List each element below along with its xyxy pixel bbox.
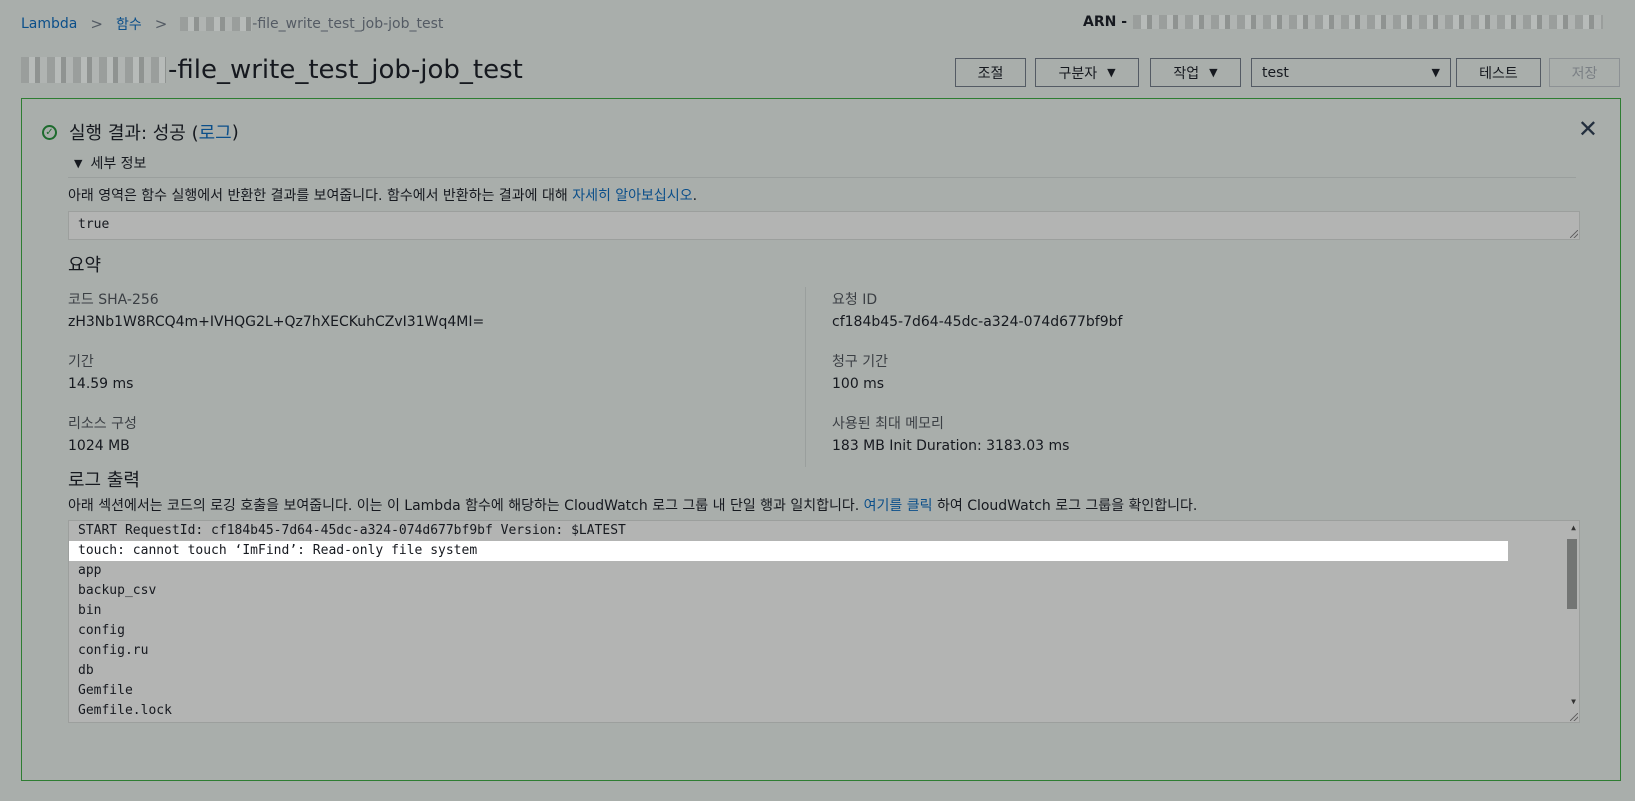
qualifiers-dropdown[interactable]: 구분자 ▼	[1035, 58, 1139, 87]
code-sha-label: 코드 SHA-256	[68, 292, 159, 308]
redacted-function-name	[21, 57, 166, 83]
chevron-right-icon: >	[90, 15, 103, 33]
caret-down-icon: ▼	[1431, 66, 1440, 79]
column-divider	[805, 287, 806, 467]
log-scrollbar[interactable]: ▲ ▼	[1565, 521, 1579, 722]
log-line: Gemfile.lock	[78, 703, 172, 718]
success-check-icon: ✓	[42, 124, 57, 140]
actions-dropdown[interactable]: 작업 ▼	[1150, 58, 1241, 87]
code-sha-value: zH3Nb1W8RCQ4m+IVHQG2L+Qz7hXECKuhCZvI31Wq…	[68, 314, 485, 330]
summary-title: 요약	[68, 255, 102, 276]
log-line: backup_csv	[78, 583, 157, 598]
breadcrumb-functions-link[interactable]: 함수	[116, 14, 142, 34]
arn-label: ARN -	[1083, 14, 1128, 30]
qualifiers-label: 구분자	[1058, 65, 1098, 82]
actions-label: 작업	[1173, 65, 1200, 82]
resources-label: 리소스 구성	[68, 416, 137, 432]
log-line: db	[78, 663, 94, 678]
chevron-right-icon: >	[154, 15, 168, 33]
log-line: Gemfile	[78, 683, 133, 698]
scroll-up-icon[interactable]: ▲	[1571, 523, 1576, 532]
execution-result-panel: ✓ 실행 결과: 성공 ( 로그 ) ✕ ▼ 세부 정보 아래 영역은 함수 실…	[21, 98, 1621, 781]
billed-duration-label: 청구 기간	[832, 354, 888, 370]
result-description-text: 아래 영역은 함수 실행에서 반환한 결과를 보여줍니다. 함수에서 반환하는 …	[68, 188, 573, 204]
caret-down-icon: ▼	[1107, 66, 1116, 79]
save-button-label: 저장	[1571, 65, 1598, 82]
redacted-arn	[1133, 15, 1604, 29]
caret-down-icon: ▼	[74, 156, 83, 170]
breadcrumb-current: -file_write_test_job-job_test	[252, 16, 444, 32]
breadcrumb: Lambda > 함수 > -file_write_test_job-job_t…	[21, 14, 443, 34]
log-line: config	[78, 623, 125, 638]
arn-display: ARN -	[1083, 14, 1604, 30]
log-line: START RequestId: cf184b45-7d64-45dc-a324…	[78, 523, 626, 538]
details-label: 세부 정보	[90, 156, 147, 172]
request-id-label: 요청 ID	[832, 292, 878, 308]
test-button[interactable]: 테스트	[1456, 58, 1541, 87]
log-link[interactable]: 로그	[199, 119, 232, 145]
execution-status: ✓ 실행 결과: 성공 ( 로그 )	[42, 119, 239, 145]
request-id-value: cf184b45-7d64-45dc-a324-074d677bf9bf	[832, 314, 1123, 330]
throttle-button[interactable]: 조절	[955, 58, 1026, 87]
duration-value: 14.59 ms	[68, 376, 134, 392]
log-output-description: 아래 섹션에서는 코드의 로깅 호출을 보여줍니다. 이는 이 Lambda 함…	[68, 495, 1197, 515]
max-memory-value: 183 MB Init Duration: 3183.03 ms	[832, 438, 1070, 454]
log-line: bin	[78, 603, 102, 618]
cloudwatch-link[interactable]: 여기를 클릭	[864, 498, 933, 514]
log-description-text: 아래 섹션에서는 코드의 로깅 호출을 보여줍니다. 이는 이 Lambda 함…	[68, 498, 864, 514]
log-line-highlighted: touch: cannot touch ‘ImFind’: Read-only …	[69, 541, 1508, 561]
test-event-value: test	[1262, 64, 1289, 81]
learn-more-link[interactable]: 자세히 알아보십시오	[572, 188, 692, 204]
test-button-label: 테스트	[1479, 65, 1518, 82]
log-output-textarea[interactable]: START RequestId: cf184b45-7d64-45dc-a324…	[68, 520, 1580, 723]
resources-value: 1024 MB	[68, 438, 130, 454]
log-output-title: 로그 출력	[68, 470, 140, 491]
caret-down-icon: ▼	[1209, 66, 1218, 79]
page-title-text: -file_write_test_job-job_test	[168, 55, 523, 85]
test-event-select[interactable]: test ▼	[1251, 58, 1451, 87]
page-title: -file_write_test_job-job_test	[21, 55, 523, 85]
scroll-down-icon[interactable]: ▼	[1571, 697, 1576, 706]
status-text: 실행 결과: 성공 (	[69, 123, 199, 144]
redacted-function-name	[180, 17, 253, 31]
return-value-textarea[interactable]: true	[68, 211, 1580, 240]
max-memory-label: 사용된 최대 메모리	[832, 416, 944, 432]
save-button[interactable]: 저장	[1549, 58, 1620, 87]
resize-handle-icon[interactable]	[1570, 230, 1578, 238]
throttle-button-label: 조절	[977, 65, 1004, 82]
log-line: app	[78, 563, 102, 578]
status-text-suffix: )	[231, 121, 239, 143]
log-description-suffix: 하여 CloudWatch 로그 그룹을 확인합니다.	[932, 498, 1198, 514]
resize-handle-icon[interactable]	[1570, 713, 1578, 721]
result-description-suffix: .	[692, 188, 698, 204]
details-toggle[interactable]: ▼ 세부 정보	[74, 153, 146, 173]
close-icon[interactable]: ✕	[1578, 115, 1598, 143]
breadcrumb-lambda-link[interactable]: Lambda	[21, 16, 77, 32]
log-line: config.ru	[78, 643, 149, 658]
billed-duration-value: 100 ms	[832, 376, 885, 392]
duration-label: 기간	[68, 354, 94, 370]
scroll-thumb[interactable]	[1567, 539, 1577, 609]
return-value: true	[78, 217, 110, 232]
result-description: 아래 영역은 함수 실행에서 반환한 결과를 보여줍니다. 함수에서 반환하는 …	[68, 185, 697, 205]
divider	[68, 177, 1576, 178]
